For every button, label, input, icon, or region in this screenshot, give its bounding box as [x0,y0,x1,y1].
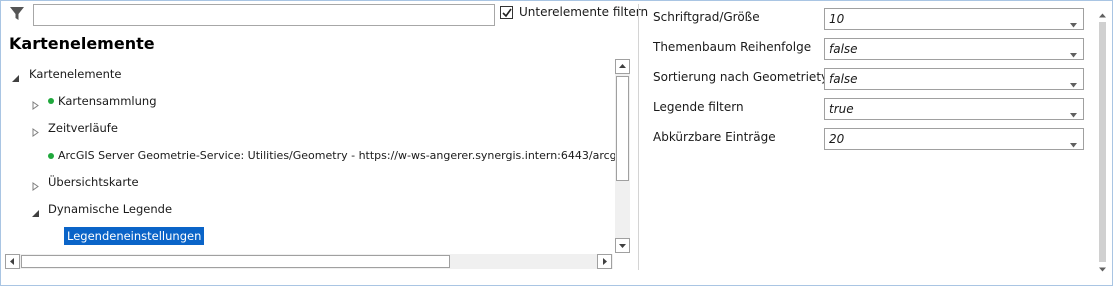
tree-item-legendeneinstellungen[interactable]: Legendeneinstellungen [5,227,616,245]
property-combo-themenbaum[interactable]: false [824,38,1084,60]
scroll-up-button[interactable] [615,59,630,74]
property-combo-sortierung[interactable]: false [824,68,1084,90]
property-value: true [829,102,854,116]
property-combo-legende-filtern[interactable]: true [824,98,1084,120]
tree-item-dynamische-legende[interactable]: Dynamische Legende [5,200,616,218]
tree-item-label: ArcGIS Server Geometrie-Service: Utiliti… [58,149,616,162]
tree-item-label: Kartenelemente [29,67,122,81]
tree-item-kartensammlung[interactable]: Kartensammlung [5,92,616,110]
filter-subelements-label[interactable]: Unterelemente filtern [519,5,648,19]
scroll-right-button[interactable] [597,254,612,269]
panel-title: Kartenelemente [9,34,155,53]
status-dot-icon [48,98,54,104]
scroll-thumb[interactable] [1099,22,1106,262]
tree-view[interactable]: Kartenelemente Kartensammlung Zeitverläu… [5,59,616,253]
tree-item-label: Übersichtskarte [48,175,139,189]
tree-vertical-scrollbar[interactable] [615,59,630,253]
property-value: false [829,72,858,86]
dropdown-arrow-icon[interactable] [1070,17,1077,31]
properties-vertical-scrollbar[interactable] [1095,4,1111,272]
property-combo-schriftgrad[interactable]: 10 [824,8,1084,30]
property-label-schriftgrad: Schriftgrad/Größe [653,10,760,24]
filter-input[interactable] [33,4,495,26]
filter-subelements-checkbox[interactable] [500,6,513,19]
tree-horizontal-scrollbar[interactable] [5,254,613,269]
tree-item-label: Zeitverläufe [48,121,118,135]
property-value: 10 [829,12,845,26]
tree-item-label-selected: Legendeneinstellungen [64,227,205,245]
dropdown-arrow-icon[interactable] [1070,107,1077,121]
tree-item-zeitverlaeufe[interactable]: Zeitverläufe [5,119,616,137]
scroll-left-button[interactable] [5,254,20,269]
dropdown-arrow-icon[interactable] [1070,77,1077,91]
scroll-thumb[interactable] [616,76,629,181]
triangle-right-icon[interactable] [31,178,40,191]
tree-item-geometry-service[interactable]: ArcGIS Server Geometrie-Service: Utiliti… [5,147,616,165]
dropdown-arrow-icon[interactable] [1070,47,1077,61]
property-value: false [829,42,858,56]
dropdown-arrow-icon[interactable] [1070,137,1077,151]
scroll-down-button[interactable] [615,238,630,253]
triangle-right-icon[interactable] [31,124,40,137]
filter-funnel-icon[interactable] [9,6,25,22]
property-label-themenbaum: Themenbaum Reihenfolge [653,40,812,54]
triangle-down-icon[interactable] [31,205,40,217]
status-dot-icon [48,153,54,159]
tree-item-kartenelemente[interactable]: Kartenelemente [5,65,616,83]
tree-item-label: Kartensammlung [58,94,157,108]
tree-item-label: Dynamische Legende [48,202,173,216]
triangle-right-icon[interactable] [31,97,40,110]
triangle-down-icon[interactable] [11,70,20,82]
scroll-up-arrow-icon[interactable] [1098,9,1107,18]
property-label-sortierung: Sortierung nach Geometrietyp [653,70,836,84]
panel-splitter[interactable] [638,4,639,270]
property-combo-abkuerzbare[interactable]: 20 [824,128,1084,150]
property-label-abkuerzbare: Abkürzbare Einträge [653,130,776,144]
scroll-thumb[interactable] [21,255,450,268]
scroll-down-arrow-icon[interactable] [1098,263,1107,272]
tree-item-uebersichtskarte[interactable]: Übersichtskarte [5,173,616,191]
property-label-legende-filtern: Legende filtern [653,100,744,114]
property-value: 20 [829,132,845,146]
